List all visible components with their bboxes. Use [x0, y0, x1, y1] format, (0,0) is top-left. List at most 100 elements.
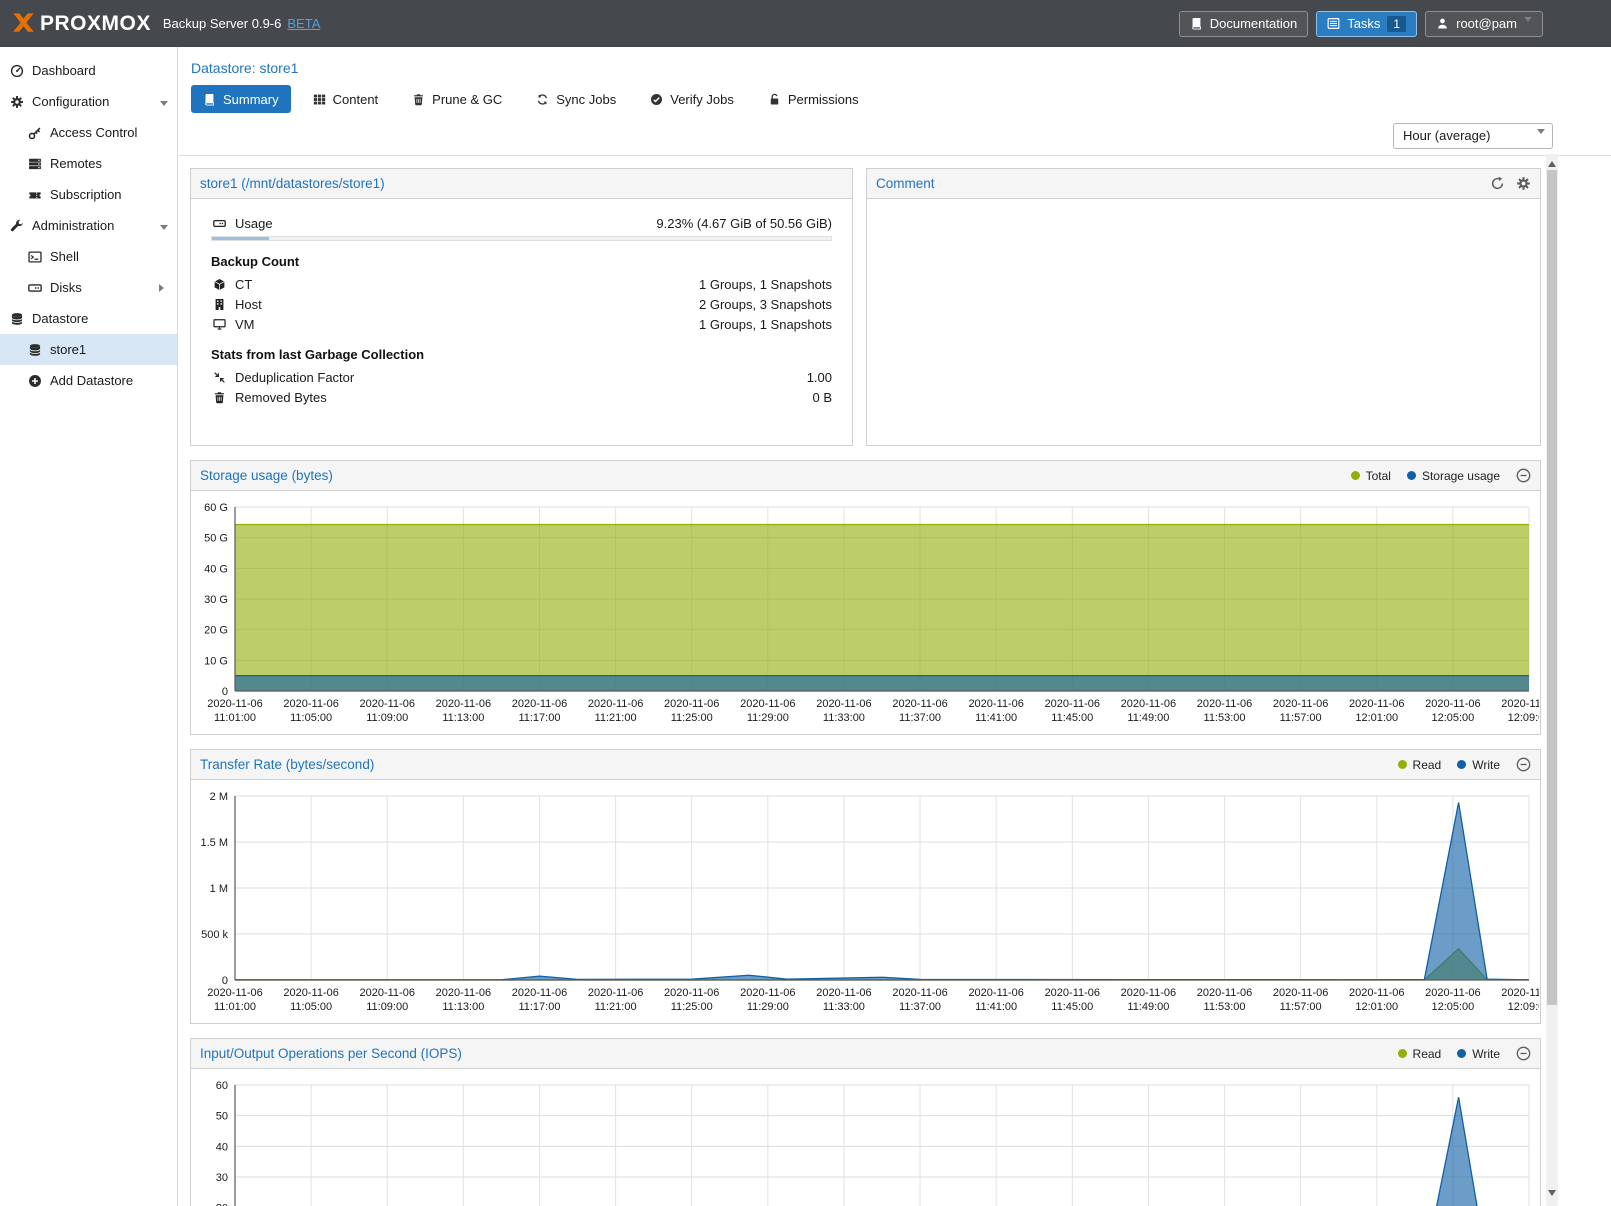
stat-value: 0 B — [812, 390, 832, 405]
tab-summary[interactable]: Summary — [191, 85, 291, 113]
chart-storage-usage: 010 G20 G30 G40 G50 G60 G2020-11-0611:01… — [191, 501, 1539, 727]
sidebar-item-administration[interactable]: Administration — [0, 210, 177, 241]
reload-icon[interactable] — [1490, 176, 1505, 191]
svg-text:11:05:00: 11:05:00 — [290, 1001, 332, 1013]
legend-item-total[interactable]: Total — [1351, 469, 1391, 483]
sidebar-item-label: Access Control — [50, 125, 137, 140]
header-buttons: Documentation Tasks 1 root@pam — [1179, 11, 1543, 37]
svg-text:2020-11-06: 2020-11-06 — [436, 698, 491, 710]
tab-label: Permissions — [788, 92, 859, 107]
svg-text:11:33:00: 11:33:00 — [823, 712, 865, 724]
legend-item-storage-usage[interactable]: Storage usage — [1407, 469, 1500, 483]
database-icon — [26, 343, 43, 357]
svg-text:2020-11-06: 2020-11-06 — [968, 698, 1023, 710]
tab-content[interactable]: Content — [301, 85, 391, 113]
user-menu-button[interactable]: root@pam — [1425, 11, 1543, 37]
sidebar-item-label: Remotes — [50, 156, 102, 171]
svg-text:11:01:00: 11:01:00 — [214, 1001, 256, 1013]
tasks-button[interactable]: Tasks 1 — [1316, 11, 1417, 37]
stat-value: 1 Groups, 1 Snapshots — [699, 277, 832, 292]
scroll-up-icon[interactable] — [1548, 157, 1556, 167]
sidebar-item-configuration[interactable]: Configuration — [0, 86, 177, 117]
sidebar-item-datastore[interactable]: Datastore — [0, 303, 177, 334]
svg-text:2020-11-06: 2020-11-06 — [1273, 987, 1328, 999]
sidebar-item-label: Subscription — [50, 187, 122, 202]
tab-sync-jobs[interactable]: Sync Jobs — [524, 85, 628, 113]
hdd-icon — [26, 281, 43, 295]
legend-item-write[interactable]: Write — [1457, 758, 1500, 772]
tab-prune-gc[interactable]: Prune & GC — [400, 85, 514, 113]
beta-link[interactable]: BETA — [287, 16, 320, 31]
svg-text:11:21:00: 11:21:00 — [595, 1001, 637, 1013]
legend-label: Read — [1413, 758, 1442, 772]
scrollbar-thumb[interactable] — [1547, 170, 1557, 1005]
legend-item-write[interactable]: Write — [1457, 1047, 1500, 1061]
terminal-icon — [26, 250, 43, 264]
tab-label: Prune & GC — [432, 92, 502, 107]
comment-panel: Comment — [866, 168, 1541, 446]
sidebar-item-subscription[interactable]: Subscription — [0, 179, 177, 210]
svg-text:50 G: 50 G — [204, 533, 228, 545]
tab-label: Verify Jobs — [670, 92, 734, 107]
sidebar-item-disks[interactable]: Disks — [0, 272, 177, 303]
key-icon — [26, 126, 43, 140]
legend-label: Write — [1472, 758, 1500, 772]
stat-label: Removed Bytes — [235, 390, 327, 405]
building-icon — [211, 298, 227, 311]
svg-text:2020-11-06: 2020-11-06 — [283, 698, 338, 710]
chevron-right-icon — [159, 284, 168, 292]
ticket-icon — [26, 188, 43, 202]
legend-label: Write — [1472, 1047, 1500, 1061]
proxmox-logo: PROXMOX — [10, 10, 151, 37]
tab-permissions[interactable]: Permissions — [756, 85, 871, 113]
collapse-icon[interactable] — [1516, 757, 1531, 772]
tab-verify-jobs[interactable]: Verify Jobs — [638, 85, 746, 113]
usage-label: Usage — [235, 216, 273, 231]
chart-body: 0500 k1 M1.5 M2 M2020-11-0611:01:002020-… — [191, 780, 1540, 1023]
wrench-icon — [8, 219, 25, 233]
svg-text:11:13:00: 11:13:00 — [442, 712, 484, 724]
plus-circle-icon — [26, 374, 43, 388]
stat-row: VM1 Groups, 1 Snapshots — [211, 314, 832, 334]
svg-text:11:41:00: 11:41:00 — [975, 712, 1017, 724]
scroll-down-icon[interactable] — [1548, 1190, 1556, 1200]
svg-text:2020-11-06: 2020-11-06 — [740, 698, 795, 710]
svg-text:2 M: 2 M — [210, 791, 228, 803]
chevron-down-icon — [1524, 17, 1532, 26]
svg-text:11:21:00: 11:21:00 — [595, 712, 637, 724]
check-circle-icon — [650, 93, 663, 106]
svg-text:11:09:00: 11:09:00 — [366, 1001, 408, 1013]
chart-title: Storage usage (bytes) — [200, 468, 333, 483]
sidebar-item-store1[interactable]: store1 — [0, 334, 177, 365]
svg-text:2020-11-06: 2020-11-06 — [360, 987, 415, 999]
time-range-select[interactable]: Hour (average) — [1393, 123, 1553, 149]
svg-text:2020-11-06: 2020-11-06 — [740, 987, 795, 999]
legend-item-read[interactable]: Read — [1398, 758, 1442, 772]
sidebar-item-shell[interactable]: Shell — [0, 241, 177, 272]
svg-text:11:45:00: 11:45:00 — [1051, 1001, 1093, 1013]
svg-text:11:53:00: 11:53:00 — [1204, 1001, 1246, 1013]
comment-panel-header: Comment — [867, 169, 1540, 199]
sidebar-item-dashboard[interactable]: Dashboard — [0, 55, 177, 86]
vertical-scrollbar[interactable] — [1546, 154, 1558, 1206]
sidebar-item-remotes[interactable]: Remotes — [0, 148, 177, 179]
legend-item-read[interactable]: Read — [1398, 1047, 1442, 1061]
sidebar-item-access-control[interactable]: Access Control — [0, 117, 177, 148]
svg-text:2020-11-06: 2020-11-06 — [1273, 698, 1328, 710]
gear-icon[interactable] — [1516, 176, 1531, 191]
collapse-icon[interactable] — [1516, 468, 1531, 483]
stat-row: Deduplication Factor1.00 — [211, 367, 832, 387]
collapse-icon[interactable] — [1516, 1046, 1531, 1061]
svg-text:2020-11-06: 2020-11-06 — [512, 987, 567, 999]
brand-text: PROXMOX — [40, 12, 151, 36]
svg-text:2020-11-06: 2020-11-06 — [1121, 698, 1176, 710]
stat-label: Deduplication Factor — [235, 370, 354, 385]
svg-text:11:45:00: 11:45:00 — [1051, 712, 1093, 724]
comment-panel-title: Comment — [876, 176, 935, 191]
time-range-value: Hour (average) — [1403, 128, 1530, 143]
svg-text:2020-11-06: 2020-11-06 — [1349, 987, 1404, 999]
documentation-button[interactable]: Documentation — [1179, 11, 1308, 37]
chart-body: 010 G20 G30 G40 G50 G60 G2020-11-0611:01… — [191, 491, 1540, 734]
svg-text:2020-11-06: 2020-11-06 — [1425, 698, 1480, 710]
sidebar-item-add-datastore[interactable]: Add Datastore — [0, 365, 177, 396]
